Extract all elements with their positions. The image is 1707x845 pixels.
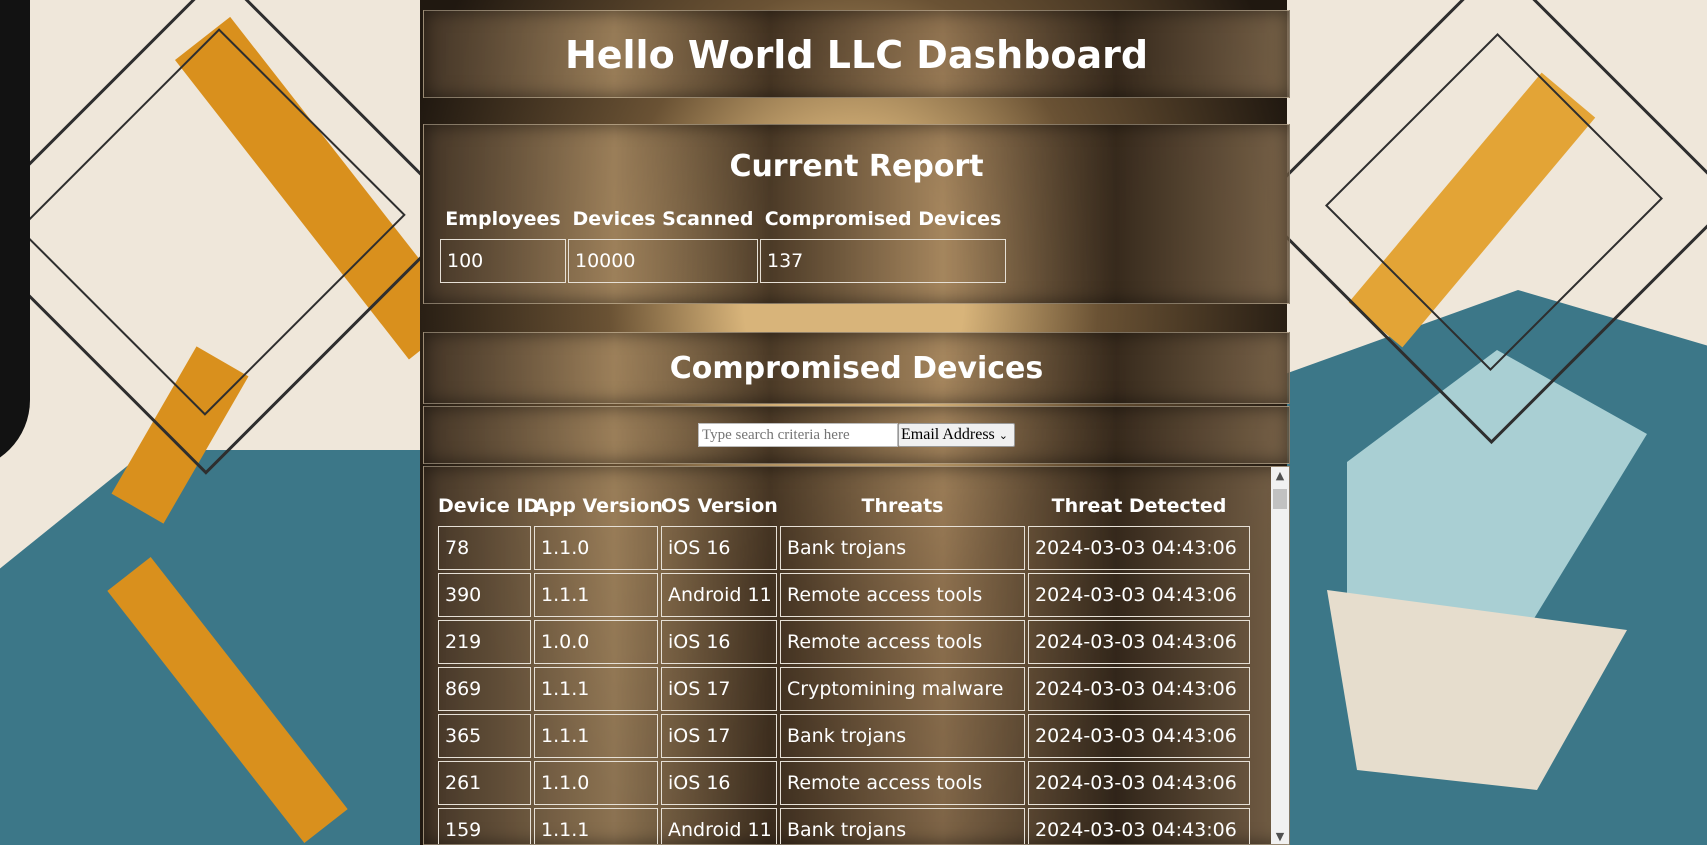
scroll-up-arrow-icon[interactable]: ▲ (1271, 467, 1289, 485)
cell-threat-detected: 2024-03-03 04:43:06 (1028, 761, 1250, 805)
cell-device-id: 219 (438, 620, 531, 664)
cell-device-id: 159 (438, 808, 531, 844)
devices-table: Device ID App Version OS Version Threats… (438, 489, 1268, 844)
compromised-devices-value: 137 (760, 239, 1006, 283)
cell-threats: Cryptomining malware (780, 667, 1025, 711)
cell-threat-detected: 2024-03-03 04:43:06 (1028, 667, 1250, 711)
cell-threat-detected: 2024-03-03 04:43:06 (1028, 714, 1250, 758)
cell-threats: Remote access tools (780, 761, 1025, 805)
cell-threats: Remote access tools (780, 573, 1025, 617)
cell-os-version: iOS 17 (661, 667, 777, 711)
cell-device-id: 261 (438, 761, 531, 805)
cell-app-version: 1.1.1 (534, 573, 658, 617)
cell-os-version: iOS 16 (661, 620, 777, 664)
devices-scanned-value: 10000 (568, 239, 758, 283)
col-threats[interactable]: Threats (780, 489, 1025, 523)
cell-os-version: Android 11 (661, 573, 777, 617)
search-bar: Email Address⌄ (424, 423, 1289, 447)
cell-threats: Bank trojans (780, 714, 1025, 758)
cell-device-id: 78 (438, 526, 531, 570)
cell-threat-detected: 2024-03-03 04:43:06 (1028, 808, 1250, 844)
cell-threats: Remote access tools (780, 620, 1025, 664)
cell-device-id: 390 (438, 573, 531, 617)
cell-threats: Bank trojans (780, 808, 1025, 844)
devices-table-header: Device ID App Version OS Version Threats… (438, 489, 1268, 523)
table-row[interactable]: 219 1.0.0 iOS 16 Remote access tools 202… (438, 620, 1268, 664)
table-row[interactable]: 261 1.1.0 iOS 16 Remote access tools 202… (438, 761, 1268, 805)
page-title: Hello World LLC Dashboard (564, 33, 1149, 77)
cell-threats: Bank trojans (780, 526, 1025, 570)
current-report-panel: Current Report Employees Devices Scanned… (423, 124, 1290, 304)
cell-app-version: 1.1.1 (534, 808, 658, 844)
cell-device-id: 869 (438, 667, 531, 711)
cell-app-version: 1.1.0 (534, 761, 658, 805)
cell-app-version: 1.1.1 (534, 714, 658, 758)
scroll-thumb[interactable] (1273, 489, 1287, 509)
table-row[interactable]: 390 1.1.1 Android 11 Remote access tools… (438, 573, 1268, 617)
background-art-left (0, 0, 420, 845)
report-header-row: Employees Devices Scanned Compromised De… (440, 201, 1006, 237)
search-panel: Email Address⌄ (423, 406, 1290, 464)
cell-app-version: 1.1.0 (534, 526, 658, 570)
compromised-devices-title-panel: Compromised Devices (423, 332, 1290, 404)
background-art-right (1287, 0, 1707, 845)
col-os-version[interactable]: OS Version (661, 489, 778, 523)
search-field-selected: Email Address (901, 426, 995, 443)
search-field-select[interactable]: Email Address ⌄ (898, 423, 1015, 447)
chevron-down-icon: ⌄ (998, 430, 1008, 442)
cell-threat-detected: 2024-03-03 04:43:06 (1028, 526, 1250, 570)
cell-app-version: 1.0.0 (534, 620, 658, 664)
col-threat-detected[interactable]: Threat Detected (1028, 489, 1250, 523)
report-col-compromised-devices: Compromised Devices (764, 208, 1002, 230)
table-row[interactable]: 78 1.1.0 iOS 16 Bank trojans 2024-03-03 … (438, 526, 1268, 570)
search-input[interactable] (698, 423, 898, 447)
cell-device-id: 365 (438, 714, 531, 758)
scroll-down-arrow-icon[interactable]: ▼ (1271, 828, 1289, 844)
employees-value: 100 (440, 239, 566, 283)
compromised-devices-title: Compromised Devices (669, 351, 1044, 386)
report-table: Employees Devices Scanned Compromised De… (440, 201, 1006, 283)
report-title: Current Report (729, 149, 984, 184)
cell-os-version: iOS 16 (661, 761, 777, 805)
cell-app-version: 1.1.1 (534, 667, 658, 711)
col-app-version[interactable]: App Version (534, 489, 663, 523)
cell-os-version: iOS 16 (661, 526, 777, 570)
report-col-devices-scanned: Devices Scanned (572, 208, 754, 230)
dashboard-header: Hello World LLC Dashboard (423, 10, 1290, 98)
col-device-id[interactable]: Device ID (438, 489, 539, 523)
cell-os-version: iOS 17 (661, 714, 777, 758)
cell-threat-detected: 2024-03-03 04:43:06 (1028, 573, 1250, 617)
cell-os-version: Android 11 (661, 808, 777, 844)
devices-table-panel[interactable]: Device ID App Version OS Version Threats… (423, 466, 1290, 845)
table-row[interactable]: 869 1.1.1 iOS 17 Cryptomining malware 20… (438, 667, 1268, 711)
table-row[interactable]: 365 1.1.1 iOS 17 Bank trojans 2024-03-03… (438, 714, 1268, 758)
report-value-row: 100 10000 137 (440, 239, 1006, 283)
table-scrollbar[interactable]: ▲ ▼ (1271, 467, 1289, 844)
cell-threat-detected: 2024-03-03 04:43:06 (1028, 620, 1250, 664)
table-row[interactable]: 159 1.1.1 Android 11 Bank trojans 2024-0… (438, 808, 1268, 844)
report-col-employees: Employees (445, 208, 561, 230)
